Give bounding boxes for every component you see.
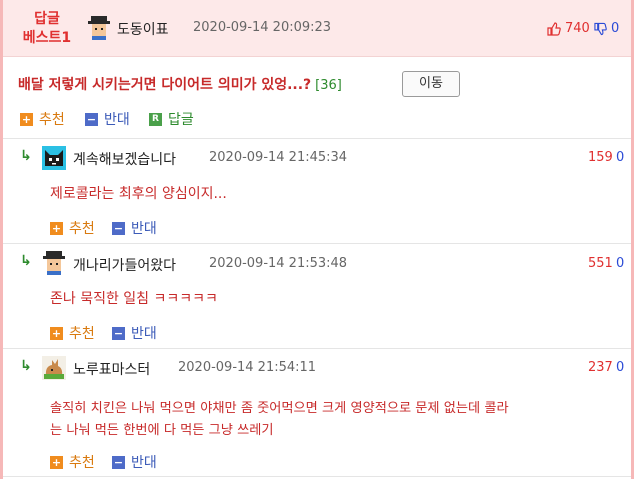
comment-datetime: 2020-09-14 21:53:48 <box>209 256 348 271</box>
recommend-label: 추천 <box>69 221 95 237</box>
oppose-label: 반대 <box>131 455 157 471</box>
comment-text-line1: 솔직히 치킨은 나눠 먹으면 야채만 좀 줏어먹으면 크게 영양적으로 문제 없… <box>50 401 509 416</box>
up-count[interactable]: 551 <box>588 256 613 271</box>
oppose-button[interactable]: − 반대 <box>112 218 157 238</box>
recommend-button[interactable]: + 추천 <box>50 452 95 472</box>
minus-icon: − <box>112 326 125 340</box>
avatar-icon[interactable] <box>42 146 66 170</box>
best-reply-header: 답글 베스트1 도동이표 2020-09-14 20:09:23 740 0 <box>3 0 631 57</box>
comment-datetime: 2020-09-14 21:45:34 <box>209 150 348 165</box>
best-badge-line1: 답글 <box>34 11 60 27</box>
author-name[interactable]: 도동이표 <box>117 19 169 39</box>
comment-author[interactable]: 계속해보겠습니다 <box>73 149 176 169</box>
reply-button[interactable]: R 답글 <box>149 109 194 129</box>
comment-text-line2: 는 나눠 먹든 한번에 다 먹든 그냥 쓰레기 <box>50 423 274 438</box>
oppose-button[interactable]: − 반대 <box>85 109 130 129</box>
down-count[interactable]: 0 <box>616 256 624 271</box>
plus-icon: + <box>50 455 63 469</box>
comment-author[interactable]: 개나리가들어왔다 <box>73 255 176 275</box>
oppose-label: 반대 <box>131 221 157 237</box>
avatar-icon[interactable] <box>42 356 66 380</box>
recommend-button[interactable]: + 추천 <box>50 218 95 238</box>
divider <box>3 348 631 349</box>
plus-icon: + <box>20 112 33 126</box>
best-reply-panel: 답글 베스트1 도동이표 2020-09-14 20:09:23 740 0 배… <box>0 0 634 479</box>
comment-text: 존나 묵직한 일침 ㅋㅋㅋㅋㅋ <box>50 291 218 307</box>
comment-count: [36] <box>315 78 342 93</box>
oppose-button[interactable]: − 반대 <box>112 452 157 472</box>
down-count: 0 <box>611 21 620 36</box>
avatar-icon[interactable] <box>87 16 111 40</box>
reply-arrow-icon: ↳ <box>20 148 32 164</box>
post-title[interactable]: 배달 저렇게 시키는거면 다이어트 의미가 있엉...? [36] <box>18 74 342 94</box>
comment-datetime: 2020-09-14 21:54:11 <box>178 360 317 375</box>
minus-icon: − <box>112 221 125 235</box>
down-count[interactable]: 0 <box>616 150 624 165</box>
divider <box>3 138 631 139</box>
recommend-button[interactable]: + 추천 <box>50 323 95 343</box>
up-count[interactable]: 237 <box>588 360 613 375</box>
comment-text: 제로콜라는 최후의 양심이지... <box>50 186 227 202</box>
recommend-button[interactable]: + 추천 <box>20 109 65 129</box>
recommend-label: 추천 <box>69 455 95 471</box>
minus-icon: − <box>112 455 125 469</box>
post-datetime: 2020-09-14 20:09:23 <box>193 20 332 35</box>
oppose-label: 반대 <box>131 326 157 342</box>
up-count: 740 <box>565 21 590 36</box>
thumbs-up-icon[interactable] <box>547 22 561 36</box>
divider <box>3 243 631 244</box>
minus-icon: − <box>85 112 98 126</box>
plus-icon: + <box>50 326 63 340</box>
up-count[interactable]: 159 <box>588 150 613 165</box>
reply-arrow-icon: ↳ <box>20 253 32 269</box>
recommend-label: 추천 <box>69 326 95 342</box>
move-button[interactable]: 이동 <box>402 71 460 97</box>
best-badge: 답글 베스트1 <box>17 10 77 48</box>
avatar-icon[interactable] <box>42 251 66 275</box>
down-count[interactable]: 0 <box>616 360 624 375</box>
reply-label: 답글 <box>168 112 194 128</box>
best-badge-line2: 베스트1 <box>22 30 72 46</box>
divider <box>3 476 631 477</box>
recommend-label: 추천 <box>39 112 65 128</box>
oppose-button[interactable]: − 반대 <box>112 323 157 343</box>
reply-icon: R <box>149 112 162 126</box>
comment-author[interactable]: 노루표마스터 <box>73 359 150 379</box>
oppose-label: 반대 <box>104 112 130 128</box>
plus-icon: + <box>50 221 63 235</box>
post-title-text[interactable]: 배달 저렇게 시키는거면 다이어트 의미가 있엉...? <box>18 77 311 93</box>
reply-arrow-icon: ↳ <box>20 358 32 374</box>
thumbs-down-icon[interactable] <box>594 22 607 36</box>
